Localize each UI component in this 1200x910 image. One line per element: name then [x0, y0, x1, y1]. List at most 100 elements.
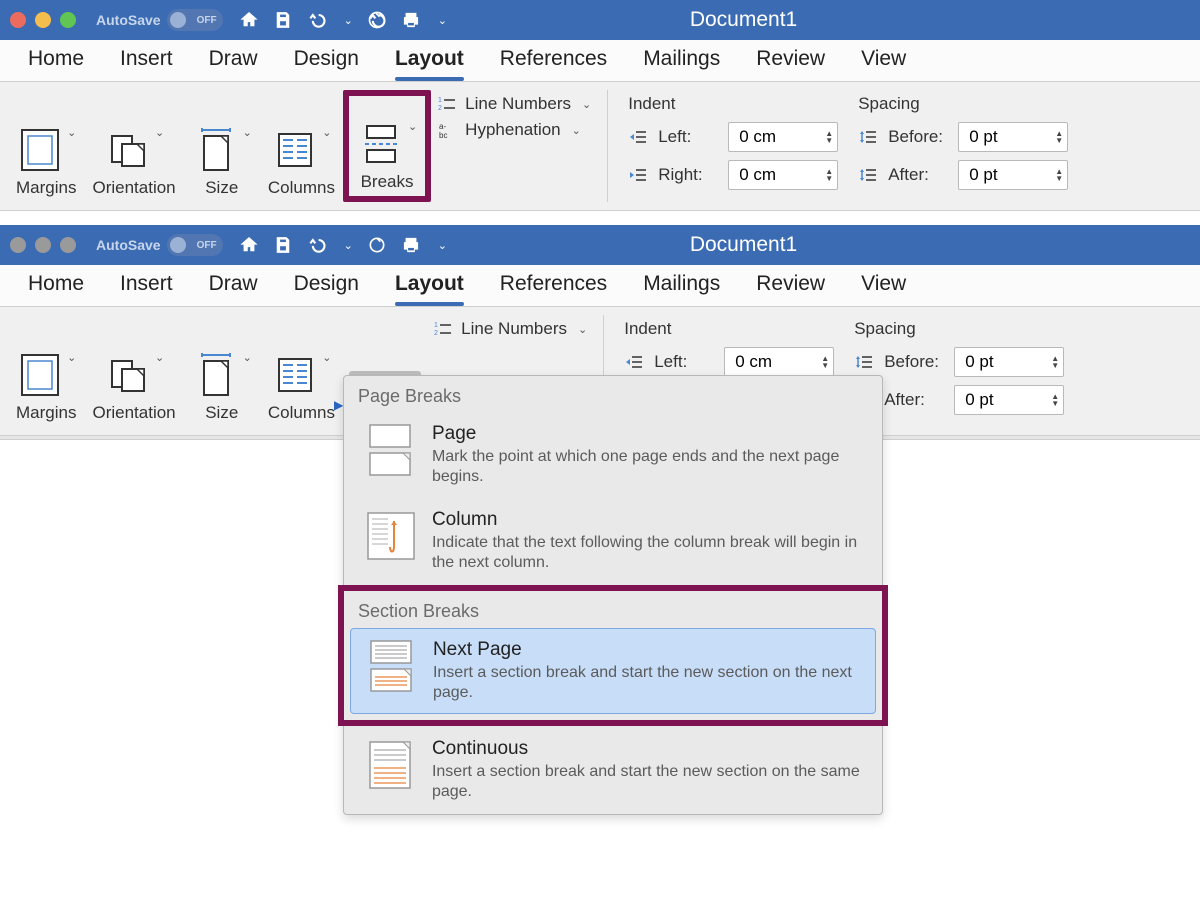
- chevron-down-icon: ⌄: [155, 126, 164, 139]
- titlebar: AutoSave OFF ⌄ ⌄ Document1: [0, 0, 1200, 40]
- columns-icon: [271, 126, 319, 174]
- chevron-down-icon: ⌄: [408, 120, 417, 133]
- autosave-label: AutoSave: [96, 12, 161, 28]
- tab-insert[interactable]: Insert: [102, 264, 191, 306]
- line-numbers-icon: 12: [433, 319, 453, 339]
- next-page-break-icon: [365, 639, 419, 693]
- ribbon-layout: ⌄ Margins ⌄ Orientation ⌄ Size: [0, 82, 1200, 211]
- tab-home[interactable]: Home: [10, 264, 102, 306]
- svg-text:2: 2: [434, 330, 438, 337]
- highlight-section-breaks: Section Breaks ▶ Next PageInsert a secti…: [338, 585, 888, 726]
- indent-left-input[interactable]: 0 cm▲▼: [724, 347, 834, 377]
- stepper-arrows-icon[interactable]: ▲▼: [1055, 130, 1063, 144]
- autosave-state: OFF: [197, 240, 217, 251]
- size-button[interactable]: ⌄ Size: [190, 347, 254, 427]
- column-break-icon: [364, 509, 418, 563]
- spacing-before-input[interactable]: 0 pt▲▼: [954, 347, 1064, 377]
- spacing-before-label: Before:: [888, 127, 948, 147]
- breaks-button[interactable]: ⌄ Breaks: [355, 116, 419, 196]
- orientation-button[interactable]: ⌄ Orientation: [90, 122, 177, 202]
- ribbon-tabs: Home Insert Draw Design Layout Reference…: [0, 40, 1200, 82]
- home-icon[interactable]: [239, 235, 259, 255]
- tab-mailings[interactable]: Mailings: [625, 264, 738, 306]
- svg-text:2: 2: [438, 105, 442, 112]
- tab-home[interactable]: Home: [10, 39, 102, 81]
- minimize-window-icon[interactable]: [35, 237, 51, 253]
- document-title: Document1: [297, 233, 1190, 257]
- indent-left-icon: [628, 127, 648, 147]
- spacing-after-input[interactable]: 0 pt▲▼: [954, 385, 1064, 415]
- zoom-window-icon[interactable]: [60, 12, 76, 28]
- stepper-arrows-icon[interactable]: ▲▼: [1051, 393, 1059, 407]
- size-icon: [192, 126, 240, 174]
- svg-text:bc: bc: [439, 131, 447, 140]
- tab-references[interactable]: References: [482, 264, 625, 306]
- save-icon[interactable]: [273, 235, 293, 255]
- tab-review[interactable]: Review: [738, 264, 843, 306]
- orientation-icon: [104, 126, 152, 174]
- close-window-icon[interactable]: [10, 12, 26, 28]
- tab-mailings[interactable]: Mailings: [625, 39, 738, 81]
- menu-item-next-page[interactable]: ▶ Next PageInsert a section break and st…: [350, 628, 876, 714]
- tab-insert[interactable]: Insert: [102, 39, 191, 81]
- tab-layout[interactable]: Layout: [377, 39, 482, 81]
- page-break-icon: [364, 423, 418, 477]
- autosave-toggle[interactable]: AutoSave OFF: [96, 234, 223, 256]
- menu-item-page[interactable]: ▶ PageMark the point at which one page e…: [350, 413, 876, 497]
- stepper-arrows-icon[interactable]: ▲▼: [825, 168, 833, 182]
- titlebar: AutoSave OFF ⌄ ⌄ Document1: [0, 225, 1200, 265]
- columns-button[interactable]: ⌄ Columns: [266, 122, 337, 202]
- dropdown-section-section-breaks: Section Breaks: [344, 591, 882, 626]
- ribbon-tabs: Home Insert Draw Design Layout Reference…: [0, 265, 1200, 307]
- stepper-arrows-icon[interactable]: ▲▼: [825, 130, 833, 144]
- stepper-arrows-icon[interactable]: ▲▼: [1055, 168, 1063, 182]
- tab-draw[interactable]: Draw: [191, 39, 276, 81]
- tab-view[interactable]: View: [843, 264, 924, 306]
- margins-button[interactable]: ⌄ Margins: [14, 347, 78, 427]
- margins-button[interactable]: ⌄ Margins: [14, 122, 78, 202]
- size-icon: [192, 351, 240, 399]
- svg-text:a-: a-: [439, 122, 446, 131]
- tab-view[interactable]: View: [843, 39, 924, 81]
- margins-icon: [16, 351, 64, 399]
- spacing-before-label: Before:: [884, 352, 944, 372]
- chevron-down-icon: ⌄: [155, 351, 164, 364]
- traffic-lights: [10, 237, 76, 253]
- hyphenation-button[interactable]: a-bc Hyphenation⌄: [437, 120, 591, 140]
- orientation-button[interactable]: ⌄ Orientation: [90, 347, 177, 427]
- zoom-window-icon[interactable]: [60, 237, 76, 253]
- breaks-icon: [357, 120, 405, 168]
- tab-review[interactable]: Review: [738, 39, 843, 81]
- chevron-down-icon: ⌄: [243, 351, 252, 364]
- tab-draw[interactable]: Draw: [191, 264, 276, 306]
- orientation-icon: [104, 351, 152, 399]
- chevron-down-icon: ⌄: [582, 98, 591, 111]
- stepper-arrows-icon[interactable]: ▲▼: [1051, 355, 1059, 369]
- document-title: Document1: [297, 8, 1190, 32]
- spacing-after-input[interactable]: 0 pt▲▼: [958, 160, 1068, 190]
- size-button[interactable]: ⌄ Size: [190, 122, 254, 202]
- spacing-before-input[interactable]: 0 pt▲▼: [958, 122, 1068, 152]
- tab-design[interactable]: Design: [276, 39, 377, 81]
- close-window-icon[interactable]: [10, 237, 26, 253]
- menu-item-continuous[interactable]: ContinuousInsert a section break and sta…: [350, 728, 876, 812]
- window-bottom: AutoSave OFF ⌄ ⌄ Document1 Home Insert D…: [0, 225, 1200, 870]
- ribbon-layout: ⌄ Margins ⌄ Orientation ⌄ Size: [0, 307, 1200, 436]
- indent-right-input[interactable]: 0 cm▲▼: [728, 160, 838, 190]
- minimize-window-icon[interactable]: [35, 12, 51, 28]
- line-numbers-button[interactable]: 12 Line Numbers⌄: [433, 319, 587, 339]
- home-icon[interactable]: [239, 10, 259, 30]
- tab-design[interactable]: Design: [276, 264, 377, 306]
- svg-text:1: 1: [434, 322, 438, 329]
- tab-layout[interactable]: Layout: [377, 264, 482, 306]
- tab-references[interactable]: References: [482, 39, 625, 81]
- save-icon[interactable]: [273, 10, 293, 30]
- menu-item-column[interactable]: ColumnIndicate that the text following t…: [350, 499, 876, 583]
- indent-left-input[interactable]: 0 cm▲▼: [728, 122, 838, 152]
- columns-button[interactable]: ⌄ Columns: [266, 347, 337, 427]
- stepper-arrows-icon[interactable]: ▲▼: [821, 355, 829, 369]
- chevron-down-icon: ⌄: [322, 351, 331, 364]
- chevron-down-icon: ⌄: [67, 126, 76, 139]
- autosave-toggle[interactable]: AutoSave OFF: [96, 9, 223, 31]
- line-numbers-button[interactable]: 12 Line Numbers⌄: [437, 94, 591, 114]
